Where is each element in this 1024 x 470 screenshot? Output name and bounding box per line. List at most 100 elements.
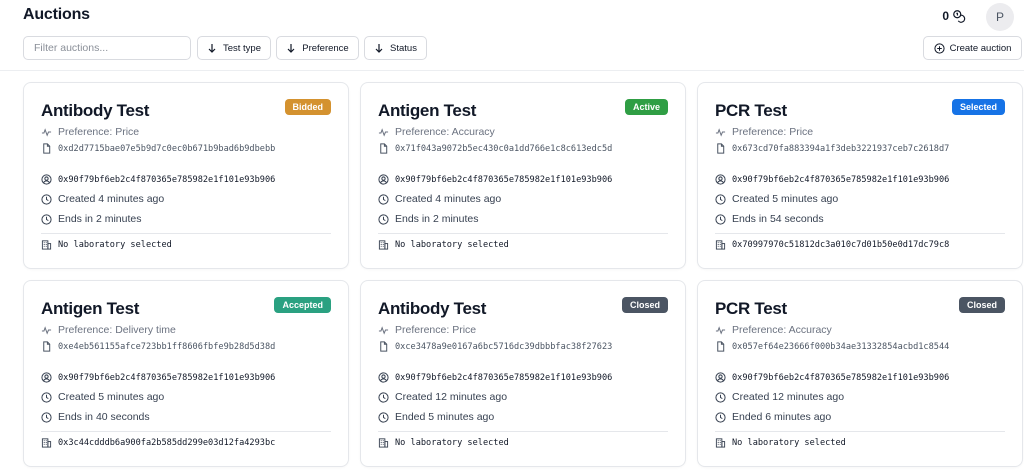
activity-icon <box>378 325 389 335</box>
created-row: Created 12 minutes ago <box>715 391 844 403</box>
sort-status-label: Status <box>390 42 417 54</box>
clock-icon <box>41 411 52 423</box>
ends-text: Ends in 40 seconds <box>58 411 150 423</box>
activity-icon <box>715 325 726 335</box>
file-hash-row: 0xe4eb561155afce723bb1ff8606fbfe9b28d5d3… <box>41 341 275 352</box>
clock-icon <box>378 411 389 423</box>
created-text: Created 5 minutes ago <box>58 391 165 403</box>
laboratory-row: 0x3c44cdddb6a900fa2b585dd299e03d12fa4293… <box>41 437 275 448</box>
laboratory-text: No laboratory selected <box>395 437 509 448</box>
file-icon <box>43 143 51 154</box>
user-circle-icon <box>378 372 389 383</box>
clock-icon <box>41 193 52 205</box>
auction-card[interactable]: PCR Test Closed Preference: Accuracy 0x057e… <box>697 280 1023 467</box>
created-row: Created 12 minutes ago <box>378 391 507 403</box>
toolbar: Test type Preference Status Create aucti… <box>0 36 1024 62</box>
filter-auctions-input[interactable] <box>23 36 191 60</box>
laboratory-text: No laboratory selected <box>58 239 172 250</box>
file-hash-row: 0x673cd70fa883394a1f3deb3221937ceb7c2618… <box>715 143 949 154</box>
auction-title: Antibody Test <box>378 299 487 318</box>
building-icon <box>41 438 52 448</box>
preference-row: Preference: Price <box>41 126 139 138</box>
owner-row: 0x90f79bf6eb2c4f870365e785982e1f101e93b9… <box>715 372 949 383</box>
building-icon <box>41 240 52 250</box>
create-auction-label: Create auction <box>949 42 1012 54</box>
laboratory-row: No laboratory selected <box>715 437 846 448</box>
ends-row: Ended 5 minutes ago <box>378 411 494 423</box>
created-text: Created 4 minutes ago <box>58 193 165 205</box>
owner-address: 0x90f79bf6eb2c4f870365e785982e1f101e93b9… <box>58 372 276 383</box>
card-divider <box>378 431 668 432</box>
coins-icon <box>953 10 966 23</box>
preference-row: Preference: Accuracy <box>715 324 832 336</box>
preference-row: Preference: Price <box>715 126 813 138</box>
arrow-down-icon <box>208 44 216 53</box>
preference-text: Preference: Delivery time <box>58 324 176 336</box>
ends-text: Ended 6 minutes ago <box>732 411 832 423</box>
clock-icon <box>378 391 389 403</box>
file-icon <box>717 341 725 352</box>
arrow-down-icon <box>287 44 295 53</box>
preference-text: Preference: Price <box>58 126 140 138</box>
ends-row: Ends in 54 seconds <box>715 213 824 225</box>
clock-icon <box>378 193 389 205</box>
auction-title: PCR Test <box>715 299 787 318</box>
clock-icon <box>715 213 726 225</box>
sort-preference-button[interactable]: Preference <box>276 36 359 60</box>
activity-icon <box>715 127 726 137</box>
file-hash-text: 0xd2d7715bae07e5b9d7c0ec0b671b9bad6b9dbe… <box>58 143 276 154</box>
owner-address: 0x90f79bf6eb2c4f870365e785982e1f101e93b9… <box>58 174 276 185</box>
file-hash-row: 0xce3478a9e0167a6bc5716dc39dbbbfac38f276… <box>378 341 612 352</box>
user-circle-icon <box>41 174 52 185</box>
building-icon <box>378 240 389 250</box>
preference-text: Preference: Price <box>395 324 477 336</box>
status-badge: Accepted <box>274 297 331 313</box>
sort-status-button[interactable]: Status <box>364 36 427 60</box>
sort-test-type-button[interactable]: Test type <box>197 36 271 60</box>
building-icon <box>715 438 726 448</box>
activity-icon <box>378 127 389 137</box>
file-hash-row: 0x057ef64e23666f000b34ae31332854acbd1c85… <box>715 341 949 352</box>
user-circle-icon <box>715 372 726 383</box>
owner-row: 0x90f79bf6eb2c4f870365e785982e1f101e93b9… <box>378 372 612 383</box>
page-header: Auctions 0 P <box>0 0 1024 34</box>
wallet-balance-value: 0 <box>942 9 949 23</box>
header-divider <box>0 70 1024 71</box>
clock-icon <box>715 391 726 403</box>
create-auction-button[interactable]: Create auction <box>923 36 1022 60</box>
preference-row: Preference: Accuracy <box>378 126 495 138</box>
card-divider <box>715 233 1005 234</box>
auction-card[interactable]: PCR Test Selected Preference: Price 0x673cd… <box>697 82 1023 269</box>
owner-address: 0x90f79bf6eb2c4f870365e785982e1f101e93b9… <box>732 174 950 185</box>
activity-icon <box>41 127 52 137</box>
laboratory-text: 0x70997970c51812dc3a010c7d01b50e0d17dc79… <box>732 239 950 250</box>
owner-row: 0x90f79bf6eb2c4f870365e785982e1f101e93b9… <box>715 174 949 185</box>
auction-card[interactable]: Antigen Test Active Preference: Accuracy 0x… <box>360 82 686 269</box>
created-text: Created 12 minutes ago <box>395 391 508 403</box>
created-row: Created 4 minutes ago <box>41 193 164 205</box>
auction-title: PCR Test <box>715 101 787 120</box>
file-icon <box>717 143 725 154</box>
ends-text: Ended 5 minutes ago <box>395 411 495 423</box>
auction-card[interactable]: Antibody Test Closed Preference: Price 0xce… <box>360 280 686 467</box>
owner-address: 0x90f79bf6eb2c4f870365e785982e1f101e93b9… <box>395 174 613 185</box>
ends-row: Ends in 2 minutes <box>378 213 478 225</box>
auction-card[interactable]: Antigen Test Accepted Preference: Delivery… <box>23 280 349 467</box>
auction-card[interactable]: Antibody Test Bidded Preference: Price 0xd2… <box>23 82 349 269</box>
ends-text: Ends in 2 minutes <box>58 213 142 225</box>
card-divider <box>378 233 668 234</box>
plus-circle-icon <box>934 42 945 54</box>
file-hash-text: 0x71f043a9072b5ec430c0a1dd766e1c8c613edc… <box>395 143 613 154</box>
auction-title: Antibody Test <box>41 101 150 120</box>
auction-title: Antigen Test <box>41 299 140 318</box>
clock-icon <box>41 213 52 225</box>
wallet-balance[interactable]: 0 <box>942 9 966 23</box>
preference-row: Preference: Delivery time <box>41 324 176 336</box>
file-icon <box>43 341 51 352</box>
building-icon <box>715 240 726 250</box>
user-avatar[interactable]: P <box>986 3 1014 31</box>
clock-icon <box>715 193 726 205</box>
activity-icon <box>41 325 52 335</box>
clock-icon <box>41 391 52 403</box>
ends-row: Ends in 40 seconds <box>41 411 150 423</box>
